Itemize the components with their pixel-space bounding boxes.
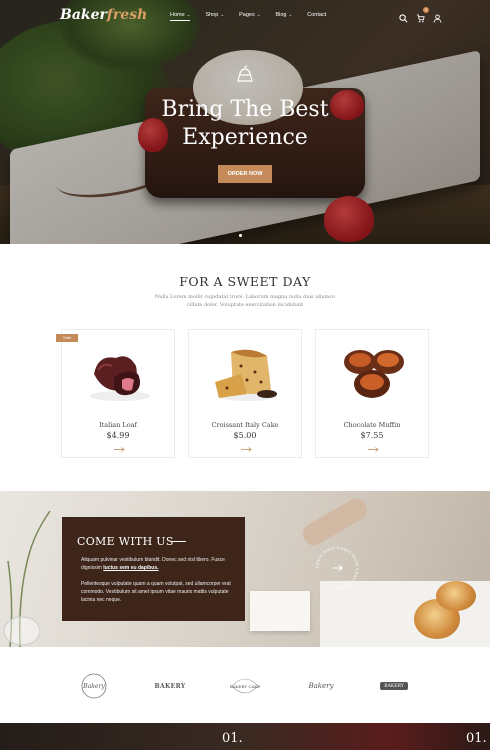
partner-logo-text: Bakery — [308, 682, 334, 690]
product-name[interactable]: Croissant Italy Cake — [189, 421, 301, 429]
header-icons: 0 — [399, 7, 442, 23]
slider-dots — [239, 234, 242, 237]
menu-item-pages[interactable]: Pages ⌄ — [239, 12, 260, 21]
product-card-croissant-italy-cake[interactable]: Croissant Italy Cake $5.00 — [188, 329, 302, 458]
product-price: $5.00 — [233, 431, 257, 440]
partner-logo[interactable]: Bakery — [304, 671, 338, 701]
menu-item-blog[interactable]: Blog ⌄ — [275, 12, 292, 21]
product-price: $4.99 — [106, 431, 130, 440]
partner-logo-text: BAKERY — [154, 682, 186, 690]
partner-logo-text: Bakery — [83, 682, 105, 690]
come-with-us-text-2: Pellentesque vulputate quam a quam volut… — [81, 581, 231, 603]
order-now-button[interactable]: ORDER NOW — [218, 165, 272, 183]
menu-item-shop[interactable]: Shop ⌄ — [205, 12, 224, 21]
product-card-chocolate-muffin[interactable]: Chocolate Muffin $7.55 — [315, 329, 429, 458]
menu-item-label: Shop — [205, 12, 219, 18]
logo-text-part1: Baker — [60, 7, 107, 23]
partner-logo-text: BAKERY — [384, 683, 404, 689]
section-title: FOR A SWEET DAY — [179, 274, 311, 289]
menu-item-label: Pages — [239, 12, 255, 18]
arrow-right-icon[interactable] — [114, 447, 125, 452]
user-icon[interactable] — [433, 10, 442, 23]
chevron-down-icon: ⌄ — [186, 12, 191, 17]
come-with-us-text-1: Aliquam pulvinar vestibulum blandit. Don… — [81, 556, 231, 572]
arrow-right-icon[interactable] — [368, 447, 379, 452]
chevron-down-icon: ⌄ — [288, 12, 293, 17]
plant-vase — [3, 510, 51, 647]
title-divider — [172, 541, 186, 542]
gallery-number: 01. — [222, 731, 243, 746]
search-icon[interactable] — [399, 10, 408, 23]
partner-logos: Bakery BAKERY BAKERY CAKE Bakery BAKERY — [0, 671, 490, 701]
cart-count-badge: 0 — [423, 7, 429, 13]
partner-logo[interactable]: Bakery — [80, 671, 108, 701]
hero-title: Bring The Best Experience — [161, 97, 329, 150]
gallery-number: 01. — [466, 731, 487, 746]
partner-logo-text: BAKERY CAKE — [229, 683, 261, 689]
product-image — [215, 349, 277, 401]
top-navigation: Bakerfresh Home ⌄ Shop ⌄ Pages ⌄ Blog ⌄ Cont… — [0, 0, 490, 32]
bottom-gallery-strip: 01. 01. — [0, 723, 490, 750]
product-name[interactable]: Italian Loaf — [62, 421, 174, 429]
hand — [299, 494, 371, 550]
chevron-down-icon: ⌄ — [256, 12, 261, 17]
partner-logo[interactable]: BAKERY CAKE — [228, 671, 262, 701]
sale-badge: Sale — [56, 334, 78, 342]
partner-logo[interactable]: BAKERY — [152, 671, 188, 701]
slider-dot[interactable] — [239, 234, 242, 237]
partner-logo[interactable]: BAKERY — [378, 671, 410, 701]
arrow-right-icon[interactable] — [241, 447, 252, 452]
gallery-item-right — [245, 723, 490, 750]
arrow-right-icon — [333, 564, 343, 572]
main-menu: Home ⌄ Shop ⌄ Pages ⌄ Blog ⌄ Contact — [170, 12, 326, 21]
cake-emblem-icon — [233, 63, 257, 87]
menu-item-home[interactable]: Home ⌄ — [170, 12, 191, 21]
product-card-italian-loaf[interactable]: Italian Loaf $4.99 — [61, 329, 175, 458]
product-image — [90, 356, 150, 401]
inline-link[interactable]: luctus sem eu dapibus. — [103, 565, 158, 571]
menu-item-contact[interactable]: Contact — [307, 12, 326, 21]
fruit-tart — [436, 581, 476, 611]
come-with-us-title: COME WITH US — [77, 535, 174, 548]
section-subtitle: Nulla Lorem mollit cupidatat irure. Labo… — [154, 294, 336, 308]
learn-more-circle-button[interactable]: Learn more Learn more Learn more — [312, 543, 362, 593]
pastry-box — [250, 591, 310, 631]
menu-item-label: Home — [170, 12, 185, 18]
chevron-down-icon: ⌄ — [220, 12, 225, 17]
logo-text-part2: fresh — [106, 7, 148, 23]
product-price: $7.55 — [360, 431, 384, 440]
product-image — [344, 350, 404, 398]
product-name[interactable]: Chocolate Muffin — [316, 421, 428, 429]
menu-item-label: Blog — [275, 12, 287, 18]
cart-icon[interactable]: 0 — [416, 7, 429, 23]
site-logo[interactable]: Bakerfresh — [60, 7, 147, 23]
menu-item-label: Contact — [307, 12, 327, 18]
gallery-item-left — [0, 723, 245, 750]
